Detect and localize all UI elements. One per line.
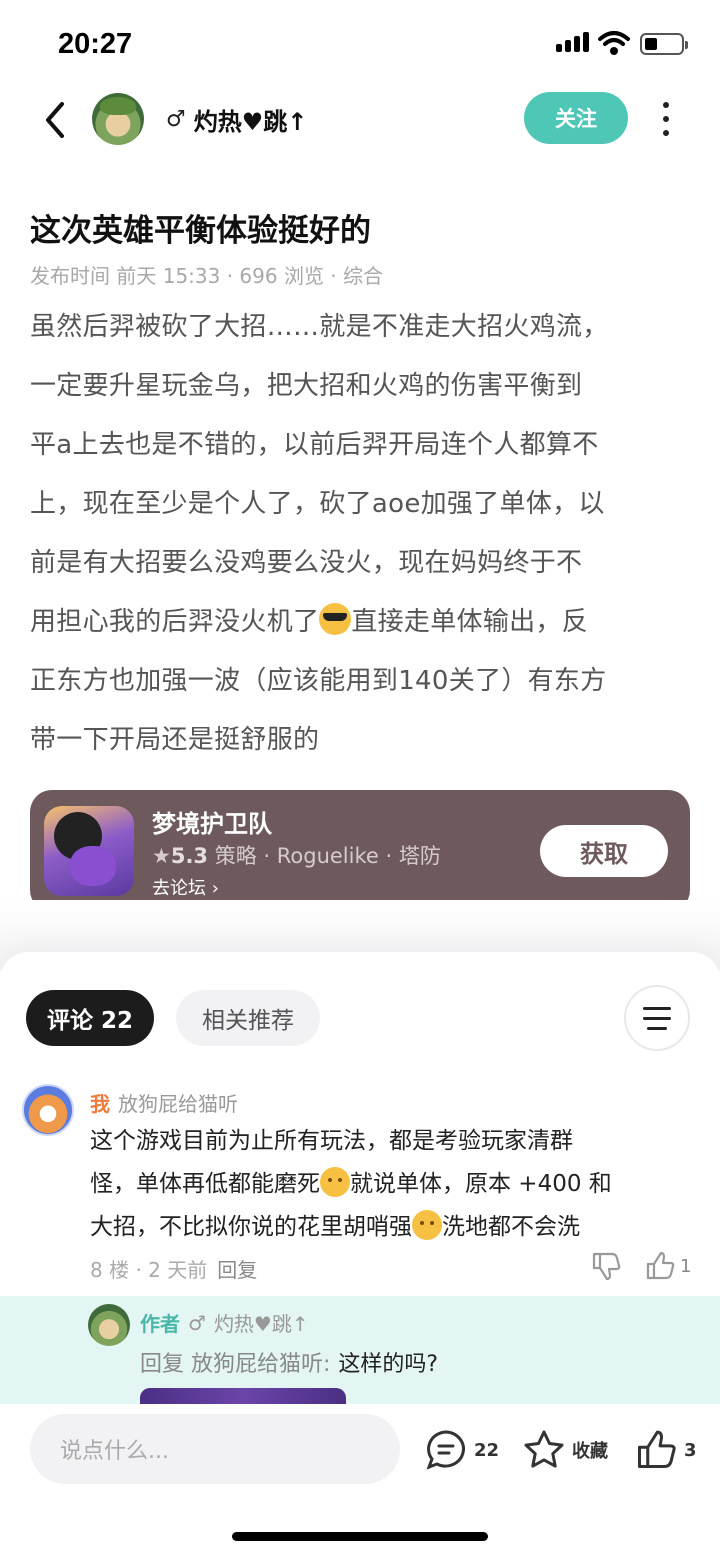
game-app-icon — [44, 806, 134, 896]
male-icon: ♂ — [188, 1310, 206, 1335]
author-avatar[interactable] — [92, 93, 144, 145]
reply-button[interactable]: 回复 — [217, 1258, 257, 1282]
reply-username[interactable]: 灼热♥跳↑ — [214, 1308, 309, 1337]
author-name: 灼热♥跳↑ — [193, 108, 308, 136]
game-meta: ★5.3 策略 · Roguelike · 塔防 — [152, 840, 441, 870]
comment-floor-time: 8 楼 · 2 天前 — [90, 1258, 208, 1282]
post-line: 虽然后羿被砍了大招……就是不准走大招火鸡流， — [30, 312, 609, 342]
tab-related[interactable]: 相关推荐 — [176, 990, 320, 1046]
comment-text[interactable]: 这个游戏目前为止所有玩法，都是考验玩家清群 怪，单体再低都能磨死 就说单体，原本 … — [90, 1120, 680, 1249]
comment-username[interactable]: 放狗屁给猫听 — [118, 1092, 238, 1116]
post-line: 上，现在至少是个人了，砍了aoe加强了单体，以 — [30, 489, 605, 519]
favorite-button[interactable]: 收藏 — [522, 1428, 608, 1472]
post-title: 这次英雄平衡体验挺好的 — [30, 213, 371, 249]
comment-avatar[interactable] — [22, 1084, 74, 1136]
smirk-emoji-icon — [412, 1210, 442, 1240]
comment-header: 我放狗屁给猫听 — [90, 1088, 238, 1117]
status-time: 20:27 — [58, 28, 133, 60]
post-meta: 发布时间 前天 15:33 · 696 浏览 · 综合 — [30, 264, 384, 288]
tab-comments[interactable]: 评论 22 — [26, 990, 154, 1046]
get-game-button[interactable]: 获取 — [540, 825, 668, 877]
dislike-icon[interactable] — [590, 1250, 622, 1282]
game-card[interactable]: 梦境护卫队 ★5.3 策略 · Roguelike · 塔防 去论坛 › 获取 — [30, 790, 690, 912]
reply-text: 回复 放狗屁给猫听: 这样的吗? — [140, 1352, 439, 1377]
sort-icon[interactable] — [624, 985, 690, 1051]
more-options-icon[interactable] — [656, 102, 676, 136]
comments-button[interactable]: 22 — [424, 1428, 499, 1472]
like-button[interactable]: 3 — [634, 1428, 697, 1472]
post-line: 前是有大招要么没鸡要么没火，现在妈妈终于不 — [30, 548, 583, 578]
post-body: 虽然后羿被砍了大招……就是不准走大招火鸡流， 一定要升星玩金乌，把大招和火鸡的伤… — [30, 298, 694, 770]
game-name: 梦境护卫队 — [152, 810, 272, 838]
reply-box[interactable]: 作者 ♂ 灼热♥跳↑ 回复 放狗屁给猫听: 这样的吗? — [0, 1296, 720, 1406]
battery-icon — [640, 33, 688, 55]
star-outline-icon — [524, 1430, 564, 1468]
reply-avatar[interactable] — [88, 1304, 130, 1346]
star-icon: ★ — [152, 844, 171, 868]
post-line: 带一下开局还是挺舒服的 — [30, 725, 320, 755]
wifi-icon — [598, 31, 630, 55]
smirk-emoji-icon — [320, 1167, 350, 1197]
thumbs-up-icon — [637, 1430, 676, 1469]
post-line: 正东方也加强一波（应该能用到140关了）有东方 — [30, 666, 607, 696]
post-line: 一定要升星玩金乌，把大招和火鸡的伤害平衡到 — [30, 371, 583, 401]
back-icon[interactable] — [40, 100, 70, 140]
game-score: 5.3 — [170, 844, 209, 868]
post-line: 用担心我的后羿没火机了 直接走单体输出，反 — [30, 593, 694, 652]
author-info[interactable]: ♂ 灼热♥跳↑ — [166, 102, 307, 137]
status-bar: 20:27 — [0, 0, 720, 90]
go-forum-link[interactable]: 去论坛 › — [152, 874, 219, 900]
comment-bubble-icon — [426, 1430, 465, 1470]
home-indicator[interactable] — [232, 1532, 488, 1541]
comment-footer: 8 楼 · 2 天前 回复 — [90, 1254, 257, 1283]
chevron-right-icon: › — [211, 878, 219, 899]
me-tag: 我 — [90, 1092, 110, 1116]
favorite-label: 收藏 — [572, 1441, 608, 1462]
signal-icon — [556, 32, 589, 52]
game-tags: 策略 · Roguelike · 塔防 — [214, 844, 441, 868]
thumbs-up-icon — [646, 1251, 675, 1280]
comment-input[interactable]: 说点什么... — [30, 1414, 400, 1484]
reply-header: 作者 ♂ 灼热♥跳↑ — [140, 1308, 309, 1337]
follow-button[interactable]: 关注 — [524, 92, 628, 144]
comment-like-button[interactable]: 1 — [644, 1250, 691, 1282]
bottom-bar: 说点什么... 22 收藏 3 — [0, 1404, 720, 1558]
male-icon: ♂ — [166, 107, 186, 132]
author-tag: 作者 — [140, 1312, 180, 1336]
post-line: 平a上去也是不错的，以前后羿开局连个人都算不 — [30, 430, 599, 460]
like-count: 3 — [684, 1439, 697, 1461]
top-nav: ♂ 灼热♥跳↑ 关注 — [0, 90, 720, 148]
comments-count: 22 — [474, 1439, 500, 1461]
sunglasses-emoji-icon — [319, 603, 352, 635]
comment-like-count: 1 — [680, 1255, 692, 1277]
